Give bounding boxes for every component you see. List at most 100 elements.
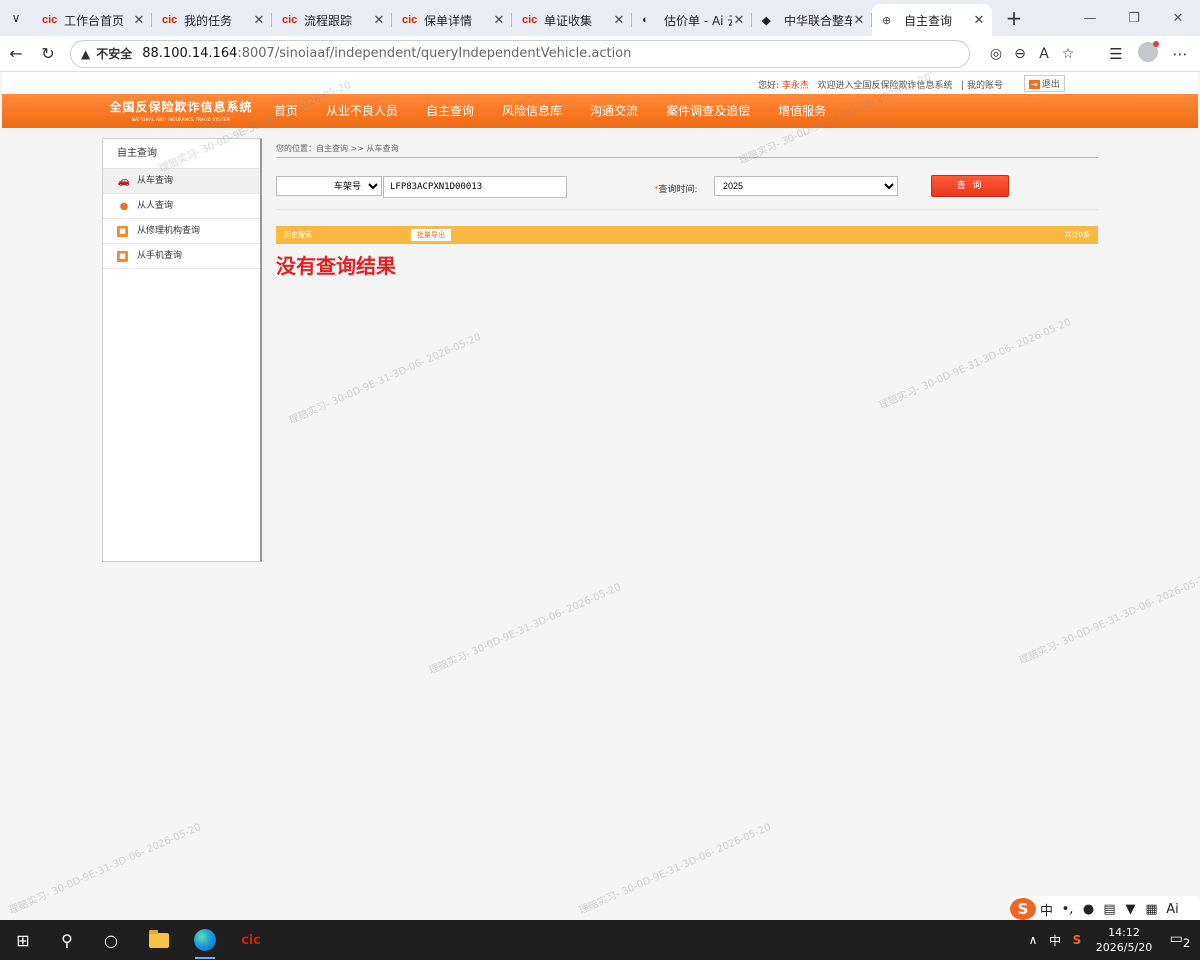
vin-input[interactable]: [383, 176, 567, 198]
close-tab-icon[interactable]: ✕: [612, 13, 626, 28]
logout-icon: ⇥: [1029, 80, 1040, 89]
search-icon[interactable]: ⚲: [44, 920, 90, 960]
sogou-logo-icon[interactable]: S: [1010, 898, 1036, 920]
input-language[interactable]: 中: [1044, 932, 1066, 949]
nav-value-added[interactable]: 增值服务: [764, 94, 840, 128]
cic-app-icon[interactable]: cic: [228, 920, 274, 960]
minimize-icon[interactable]: —: [1068, 0, 1112, 36]
id-type-select[interactable]: 车架号: [276, 176, 382, 196]
skin-icon[interactable]: ▼: [1120, 902, 1141, 917]
back-icon[interactable]: ←: [0, 44, 32, 63]
query-panel: 您的位置：自主查询 >> 从车查询 车架号 *查询时间: 2025 查 询 历史…: [276, 138, 1098, 279]
browser-tab[interactable]: cic 保单详情 ✕: [392, 4, 512, 36]
nav-home[interactable]: 首页: [260, 94, 312, 128]
browser-tab[interactable]: cic 我的任务 ✕: [152, 4, 272, 36]
close-tab-icon[interactable]: ✕: [732, 13, 746, 28]
keyboard-icon[interactable]: ▤: [1099, 902, 1120, 917]
query-time-label: *查询时间:: [654, 185, 698, 195]
favorite-star-icon[interactable]: ☆: [1056, 46, 1080, 62]
browser-tab[interactable]: cic 单证收集 ✕: [512, 4, 632, 36]
new-tab-icon[interactable]: +: [996, 6, 1032, 30]
zoom-icon[interactable]: ⊖: [1008, 46, 1032, 62]
ime-language-toggle[interactable]: 中: [1036, 900, 1057, 919]
ai-logo-icon: ◐: [642, 14, 649, 26]
nav-self-query[interactable]: 自主查询: [412, 94, 488, 128]
punctuation-icon[interactable]: •,: [1057, 902, 1078, 917]
close-tab-icon[interactable]: ✕: [852, 13, 866, 28]
microphone-icon[interactable]: ●: [1078, 902, 1099, 917]
warning-icon[interactable]: ▲: [81, 47, 90, 61]
url-path: :8007/sinoiaaf/independent/queryIndepend…: [237, 46, 632, 61]
restore-icon[interactable]: ❐: [1112, 0, 1156, 36]
car-icon: ◆: [762, 14, 771, 27]
favorites-icon[interactable]: ☰: [1100, 45, 1132, 63]
cic-logo-icon: cic: [162, 14, 178, 26]
cic-logo-icon: cic: [42, 14, 58, 26]
browser-tab[interactable]: ◆ 中华联合整车 ✕: [752, 4, 872, 36]
windows-start-icon[interactable]: ⊞: [0, 920, 46, 960]
browser-tab[interactable]: cic 工作台首页 ✕: [32, 4, 152, 36]
nav-case-investigation[interactable]: 案件调查及追偿: [652, 94, 764, 128]
browser-tab-active[interactable]: ⊕ 自主查询 ✕: [872, 4, 992, 36]
globe-icon: ⊕: [882, 14, 892, 27]
edge-browser-icon[interactable]: [182, 920, 228, 960]
site-logo: 全国反保险欺诈信息系统 NATIONAL ANTI INSURANCE FRAU…: [109, 100, 253, 122]
query-button[interactable]: 查 询: [931, 175, 1009, 197]
sidebar-item-repair-shop-query[interactable]: ■ 从修理机构查询: [103, 219, 260, 244]
window-controls: — ❐ ✕: [1068, 0, 1200, 36]
results-header: 历史搜索 批量导出 共计0条: [276, 226, 1098, 244]
query-form: 车架号 *查询时间: 2025 查 询: [276, 158, 1098, 210]
sidebar-title: 自主查询: [103, 139, 260, 169]
repair-shop-icon: ■: [117, 225, 128, 237]
address-bar[interactable]: ▲ 不安全 88.100.14.164:8007/sinoiaaf/indepe…: [70, 39, 970, 68]
tab-actions-menu-icon[interactable]: ∨: [0, 0, 32, 36]
phone-icon: ■: [117, 250, 128, 262]
close-tab-icon[interactable]: ✕: [972, 13, 986, 28]
file-explorer-icon[interactable]: [136, 920, 182, 960]
task-view-icon[interactable]: ○: [88, 920, 134, 960]
chevron-up-icon[interactable]: ∧: [1022, 933, 1044, 947]
user-topbar: 您好: 李永杰 欢迎进入全国反保险欺诈信息系统 | 我的账号 ⇥ 退出: [2, 72, 1198, 94]
close-tab-icon[interactable]: ✕: [492, 13, 506, 28]
nav-bad-practitioners[interactable]: 从业不良人员: [312, 94, 412, 128]
browser-tab[interactable]: ◐ 估价单 - Ai 云 ✕: [632, 4, 752, 36]
read-aloud-icon[interactable]: A: [1032, 46, 1056, 62]
url-host: 88.100.14.164: [142, 46, 238, 61]
cic-logo-icon: cic: [282, 14, 298, 26]
logout-button[interactable]: ⇥ 退出: [1024, 75, 1065, 92]
more-menu-icon[interactable]: ⋯: [1164, 45, 1196, 63]
nav-communication[interactable]: 沟通交流: [576, 94, 652, 128]
batch-export-button[interactable]: 批量导出: [410, 228, 452, 242]
copilot-icon[interactable]: ◎: [984, 46, 1008, 62]
reload-icon[interactable]: ↻: [32, 44, 64, 63]
empty-result-message: 没有查询结果: [276, 254, 396, 278]
close-window-icon[interactable]: ✕: [1156, 0, 1200, 36]
profile-avatar[interactable]: [1132, 41, 1164, 66]
cic-logo-icon: cic: [402, 14, 418, 26]
close-tab-icon[interactable]: ✕: [132, 13, 146, 28]
browser-tab[interactable]: cic 流程跟踪 ✕: [272, 4, 392, 36]
sidebar-item-person-query[interactable]: ● 从人查询: [103, 194, 260, 219]
user-name: 李永杰: [781, 81, 809, 91]
nav-risk-database[interactable]: 风险信息库: [488, 94, 576, 128]
sidebar-item-phone-query[interactable]: ■ 从手机查询: [103, 244, 260, 269]
breadcrumb: 您的位置：自主查询 >> 从车查询: [276, 138, 1098, 158]
sidebar-item-vehicle-query[interactable]: 🚗 从车查询: [103, 169, 260, 194]
ai-icon[interactable]: Ai: [1162, 902, 1183, 917]
car-icon: 🚗: [117, 175, 131, 187]
close-tab-icon[interactable]: ✕: [252, 13, 266, 28]
notification-icon[interactable]: ▭2: [1160, 931, 1200, 950]
result-count: 共计0条: [1064, 231, 1090, 239]
address-bar-actions: ◎ ⊖ A ☆: [984, 36, 1080, 72]
sogou-tray-icon[interactable]: S: [1066, 933, 1088, 947]
person-icon: ●: [119, 200, 129, 212]
query-time-select[interactable]: 2025: [714, 176, 898, 196]
history-search-label: 历史搜索: [284, 231, 312, 239]
toolbox-icon[interactable]: ▦: [1141, 902, 1162, 917]
close-tab-icon[interactable]: ✕: [372, 13, 386, 28]
ime-toolbar: S 中 •, ● ▤ ▼ ▦ Ai: [1010, 896, 1200, 922]
security-label[interactable]: 不安全: [96, 45, 132, 62]
my-account-link[interactable]: | 我的账号: [961, 81, 1003, 91]
browser-tab-strip: ∨ cic 工作台首页 ✕ cic 我的任务 ✕ cic 流程跟踪 ✕ cic 保单详情 ✕ c…: [0, 0, 1200, 36]
clock[interactable]: 14:12 2026/5/20: [1088, 925, 1160, 955]
